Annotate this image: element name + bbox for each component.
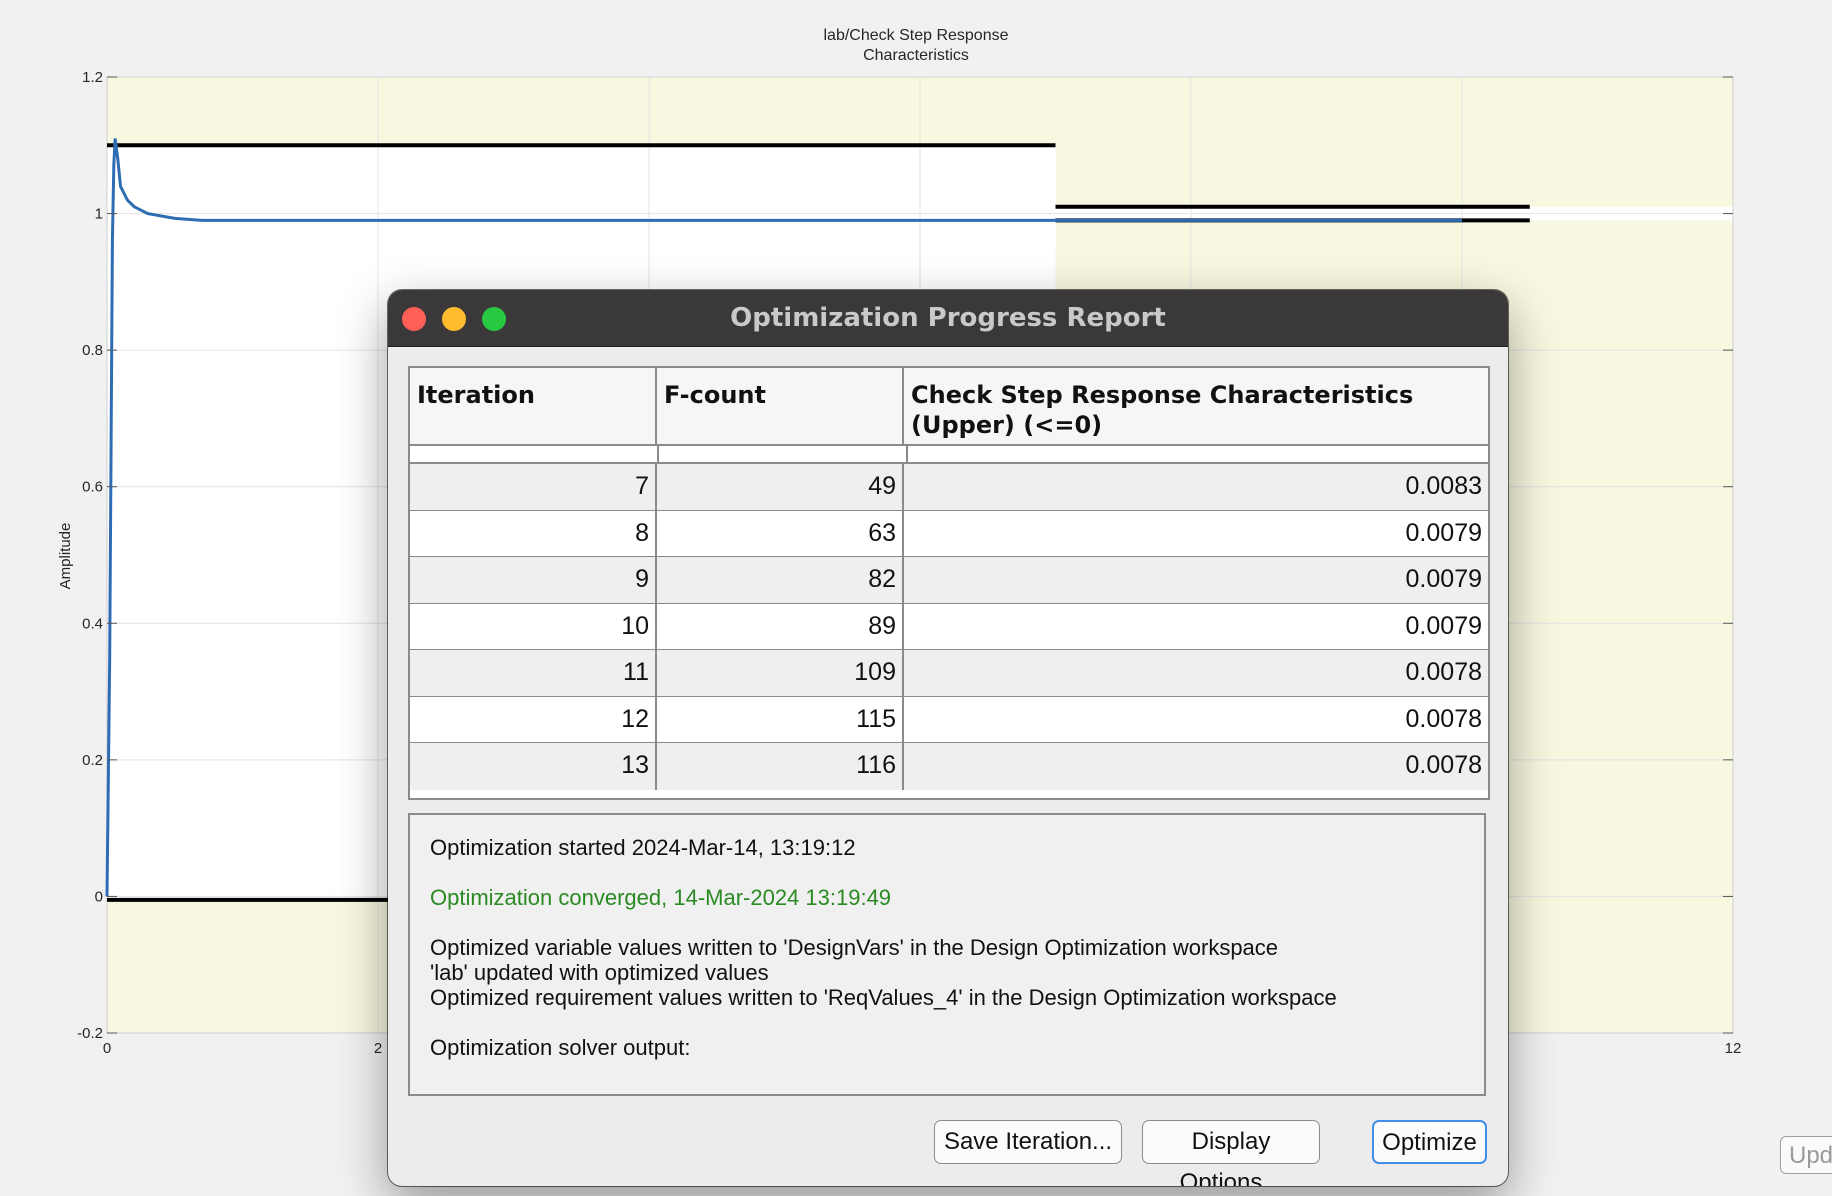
- log-solver-output: Optimization solver output:: [430, 1035, 691, 1060]
- cell-iteration: 12: [410, 696, 657, 742]
- cell-fcount: 109: [657, 650, 904, 696]
- log-line: 'lab' updated with optimized values: [430, 960, 769, 985]
- plot-title-line2: Characteristics: [863, 47, 969, 64]
- cell-constraint: 0.0078: [1405, 751, 1482, 779]
- table-row[interactable]: 9 82 0.0079: [410, 557, 1488, 604]
- table-row[interactable]: 13 116 0.0078: [410, 743, 1488, 790]
- partial-cell: [659, 446, 908, 462]
- y-tick-label: 1: [95, 206, 103, 223]
- cell-constraint: 0.0083: [1405, 472, 1482, 500]
- optimize-button[interactable]: Optimize: [1372, 1120, 1487, 1164]
- optimization-progress-dialog: Optimization Progress Report Iteration F…: [388, 290, 1508, 1186]
- log-converged: Optimization converged, 14-Mar-2024 13:1…: [430, 885, 892, 910]
- partial-cell: [908, 446, 1488, 462]
- x-tick-label: 2: [374, 1040, 382, 1057]
- dialog-title: Optimization Progress Report: [730, 303, 1166, 333]
- x-tick-label: 0: [103, 1040, 111, 1057]
- plot-title-line1: lab/Check Step Response: [824, 27, 1009, 44]
- cell-fcount: 49: [657, 464, 904, 510]
- table-body: 7 49 0.0083 8 63 0.0079 9 82 0.0079 10 8…: [410, 464, 1488, 790]
- cell-fcount: 116: [657, 743, 904, 790]
- cell-constraint: 0.0079: [1405, 565, 1482, 593]
- optimization-log[interactable]: Optimization started 2024-Mar-14, 13:19:…: [408, 813, 1486, 1096]
- log-line: Optimized variable values written to 'De…: [430, 935, 1279, 960]
- cell-constraint: 0.0078: [1405, 704, 1482, 733]
- cell-iteration: 7: [410, 464, 657, 510]
- column-header-iteration[interactable]: Iteration: [410, 368, 657, 444]
- log-line: Optimized requirement values written to …: [430, 985, 1337, 1010]
- y-tick-label: 1.2: [82, 69, 103, 86]
- cell-fcount: 115: [657, 696, 904, 742]
- cell-fcount: 89: [657, 603, 904, 649]
- y-tick-label: 0.4: [82, 615, 103, 632]
- table-row-partial: [410, 446, 1488, 464]
- cell-fcount: 63: [657, 510, 904, 556]
- cell-iteration: 11: [410, 650, 657, 696]
- cell-constraint: 0.0079: [1405, 518, 1482, 547]
- partial-cell: [410, 446, 659, 462]
- cell-constraint: 0.0079: [1405, 611, 1482, 640]
- table-row[interactable]: 11 109 0.0078: [410, 650, 1488, 697]
- table-row[interactable]: 12 115 0.0078: [410, 696, 1488, 743]
- cell-iteration: 9: [410, 557, 657, 603]
- y-tick-label: 0.2: [82, 752, 103, 769]
- column-header-fcount[interactable]: F-count: [657, 368, 904, 444]
- y-tick-label: 0.6: [82, 479, 103, 496]
- update-button-partial[interactable]: Upd: [1780, 1136, 1832, 1174]
- save-iteration-button[interactable]: Save Iteration...: [934, 1120, 1122, 1164]
- cell-iteration: 10: [410, 603, 657, 649]
- dialog-titlebar[interactable]: Optimization Progress Report: [388, 290, 1508, 347]
- cell-constraint: 0.0078: [1405, 658, 1482, 686]
- cell-iteration: 8: [410, 510, 657, 556]
- y-tick-label: 0.8: [82, 342, 103, 359]
- table-row[interactable]: 7 49 0.0083: [410, 464, 1488, 511]
- table-header: Iteration F-count Check Step Response Ch…: [410, 368, 1488, 446]
- cell-fcount: 82: [657, 557, 904, 603]
- y-tick-label: -0.2: [77, 1025, 103, 1042]
- cell-iteration: 13: [410, 743, 657, 790]
- column-header-constraint[interactable]: Check Step Response Characteristics (Upp…: [904, 368, 1488, 444]
- iteration-table[interactable]: Iteration F-count Check Step Response Ch…: [408, 366, 1490, 800]
- x-tick-label: 12: [1725, 1040, 1742, 1057]
- y-axis-label: Amplitude: [57, 523, 74, 590]
- table-row[interactable]: 8 63 0.0079: [410, 510, 1488, 557]
- y-tick-label: 0: [95, 888, 103, 905]
- log-started: Optimization started 2024-Mar-14, 13:19:…: [430, 835, 856, 860]
- table-row[interactable]: 10 89 0.0079: [410, 603, 1488, 650]
- display-options-button[interactable]: Display Options...: [1142, 1120, 1320, 1186]
